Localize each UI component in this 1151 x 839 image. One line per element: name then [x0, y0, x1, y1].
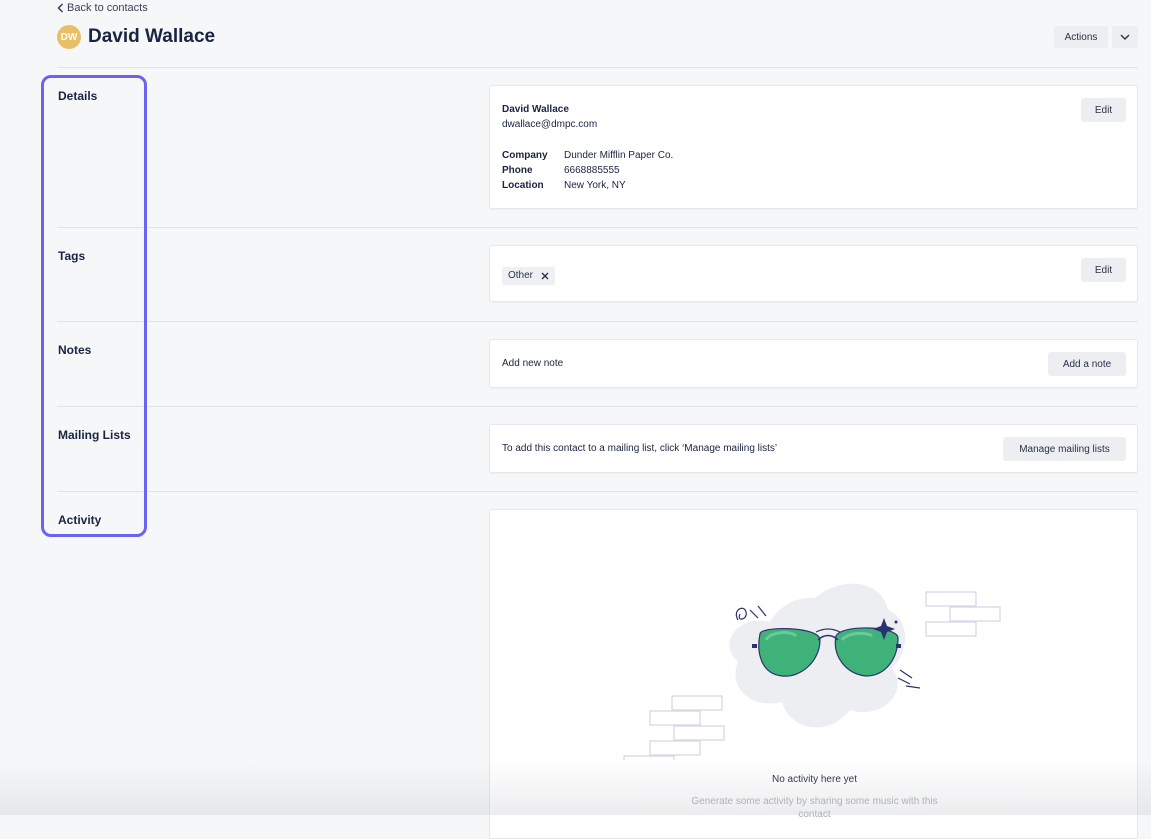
details-field-row: Phone 6668885555 — [502, 163, 673, 178]
actions-button[interactable]: Actions — [1054, 26, 1108, 48]
chevron-left-icon — [57, 3, 64, 13]
divider — [57, 491, 1138, 492]
details-email: dwallace@dmpc.com — [502, 119, 598, 130]
activity-empty-subtitle: Generate some activity by sharing some m… — [691, 796, 938, 820]
details-field-value: Dunder Mifflin Paper Co. — [564, 150, 674, 161]
details-card: David Wallace dwallace@dmpc.com Company … — [489, 85, 1138, 209]
edit-details-button[interactable]: Edit — [1081, 98, 1126, 122]
divider — [57, 321, 1138, 322]
details-field-value: New York, NY — [564, 180, 626, 191]
actions-dropdown-toggle[interactable] — [1112, 26, 1138, 48]
details-field-row: Location New York, NY — [502, 178, 673, 193]
activity-card: No activity here yet Generate some activ… — [489, 509, 1138, 839]
page-title: David Wallace — [88, 26, 216, 47]
mailing-list-prompt: To add this contact to a mailing list, c… — [502, 443, 778, 454]
details-field-key: Location — [502, 180, 544, 191]
edit-tags-button[interactable]: Edit — [1081, 258, 1126, 282]
details-fields: Company Dunder Mifflin Paper Co. Phone 6… — [502, 148, 673, 193]
tags-card: Other Edit — [489, 245, 1138, 302]
tag-chip: Other — [502, 266, 556, 285]
details-field-key: Phone — [502, 165, 533, 176]
tag-label: Other — [508, 270, 534, 281]
details-contact-name: David Wallace — [502, 104, 569, 115]
back-to-contacts-link[interactable]: Back to contacts — [57, 2, 148, 14]
details-field-key: Company — [502, 150, 548, 161]
divider — [57, 227, 1138, 228]
close-icon[interactable] — [541, 272, 549, 280]
divider — [57, 67, 1138, 68]
sunglasses-illustration — [623, 583, 1001, 760]
avatar: DW — [57, 25, 81, 49]
mailing-lists-card: To add this contact to a mailing list, c… — [489, 424, 1138, 473]
divider — [57, 406, 1138, 407]
manage-mailing-lists-button[interactable]: Manage mailing lists — [1003, 437, 1126, 461]
notes-card: Add new note Add a note — [489, 339, 1138, 388]
details-field-row: Company Dunder Mifflin Paper Co. — [502, 148, 673, 163]
back-link-label: Back to contacts — [67, 2, 148, 14]
activity-empty-title: No activity here yet — [771, 774, 858, 785]
details-field-value: 6668885555 — [564, 165, 620, 176]
add-note-button[interactable]: Add a note — [1048, 352, 1126, 376]
add-note-prompt[interactable]: Add new note — [502, 358, 563, 369]
chevron-down-icon — [1120, 34, 1130, 40]
sections-highlight-box — [41, 75, 147, 537]
tag-list: Other — [502, 265, 556, 285]
